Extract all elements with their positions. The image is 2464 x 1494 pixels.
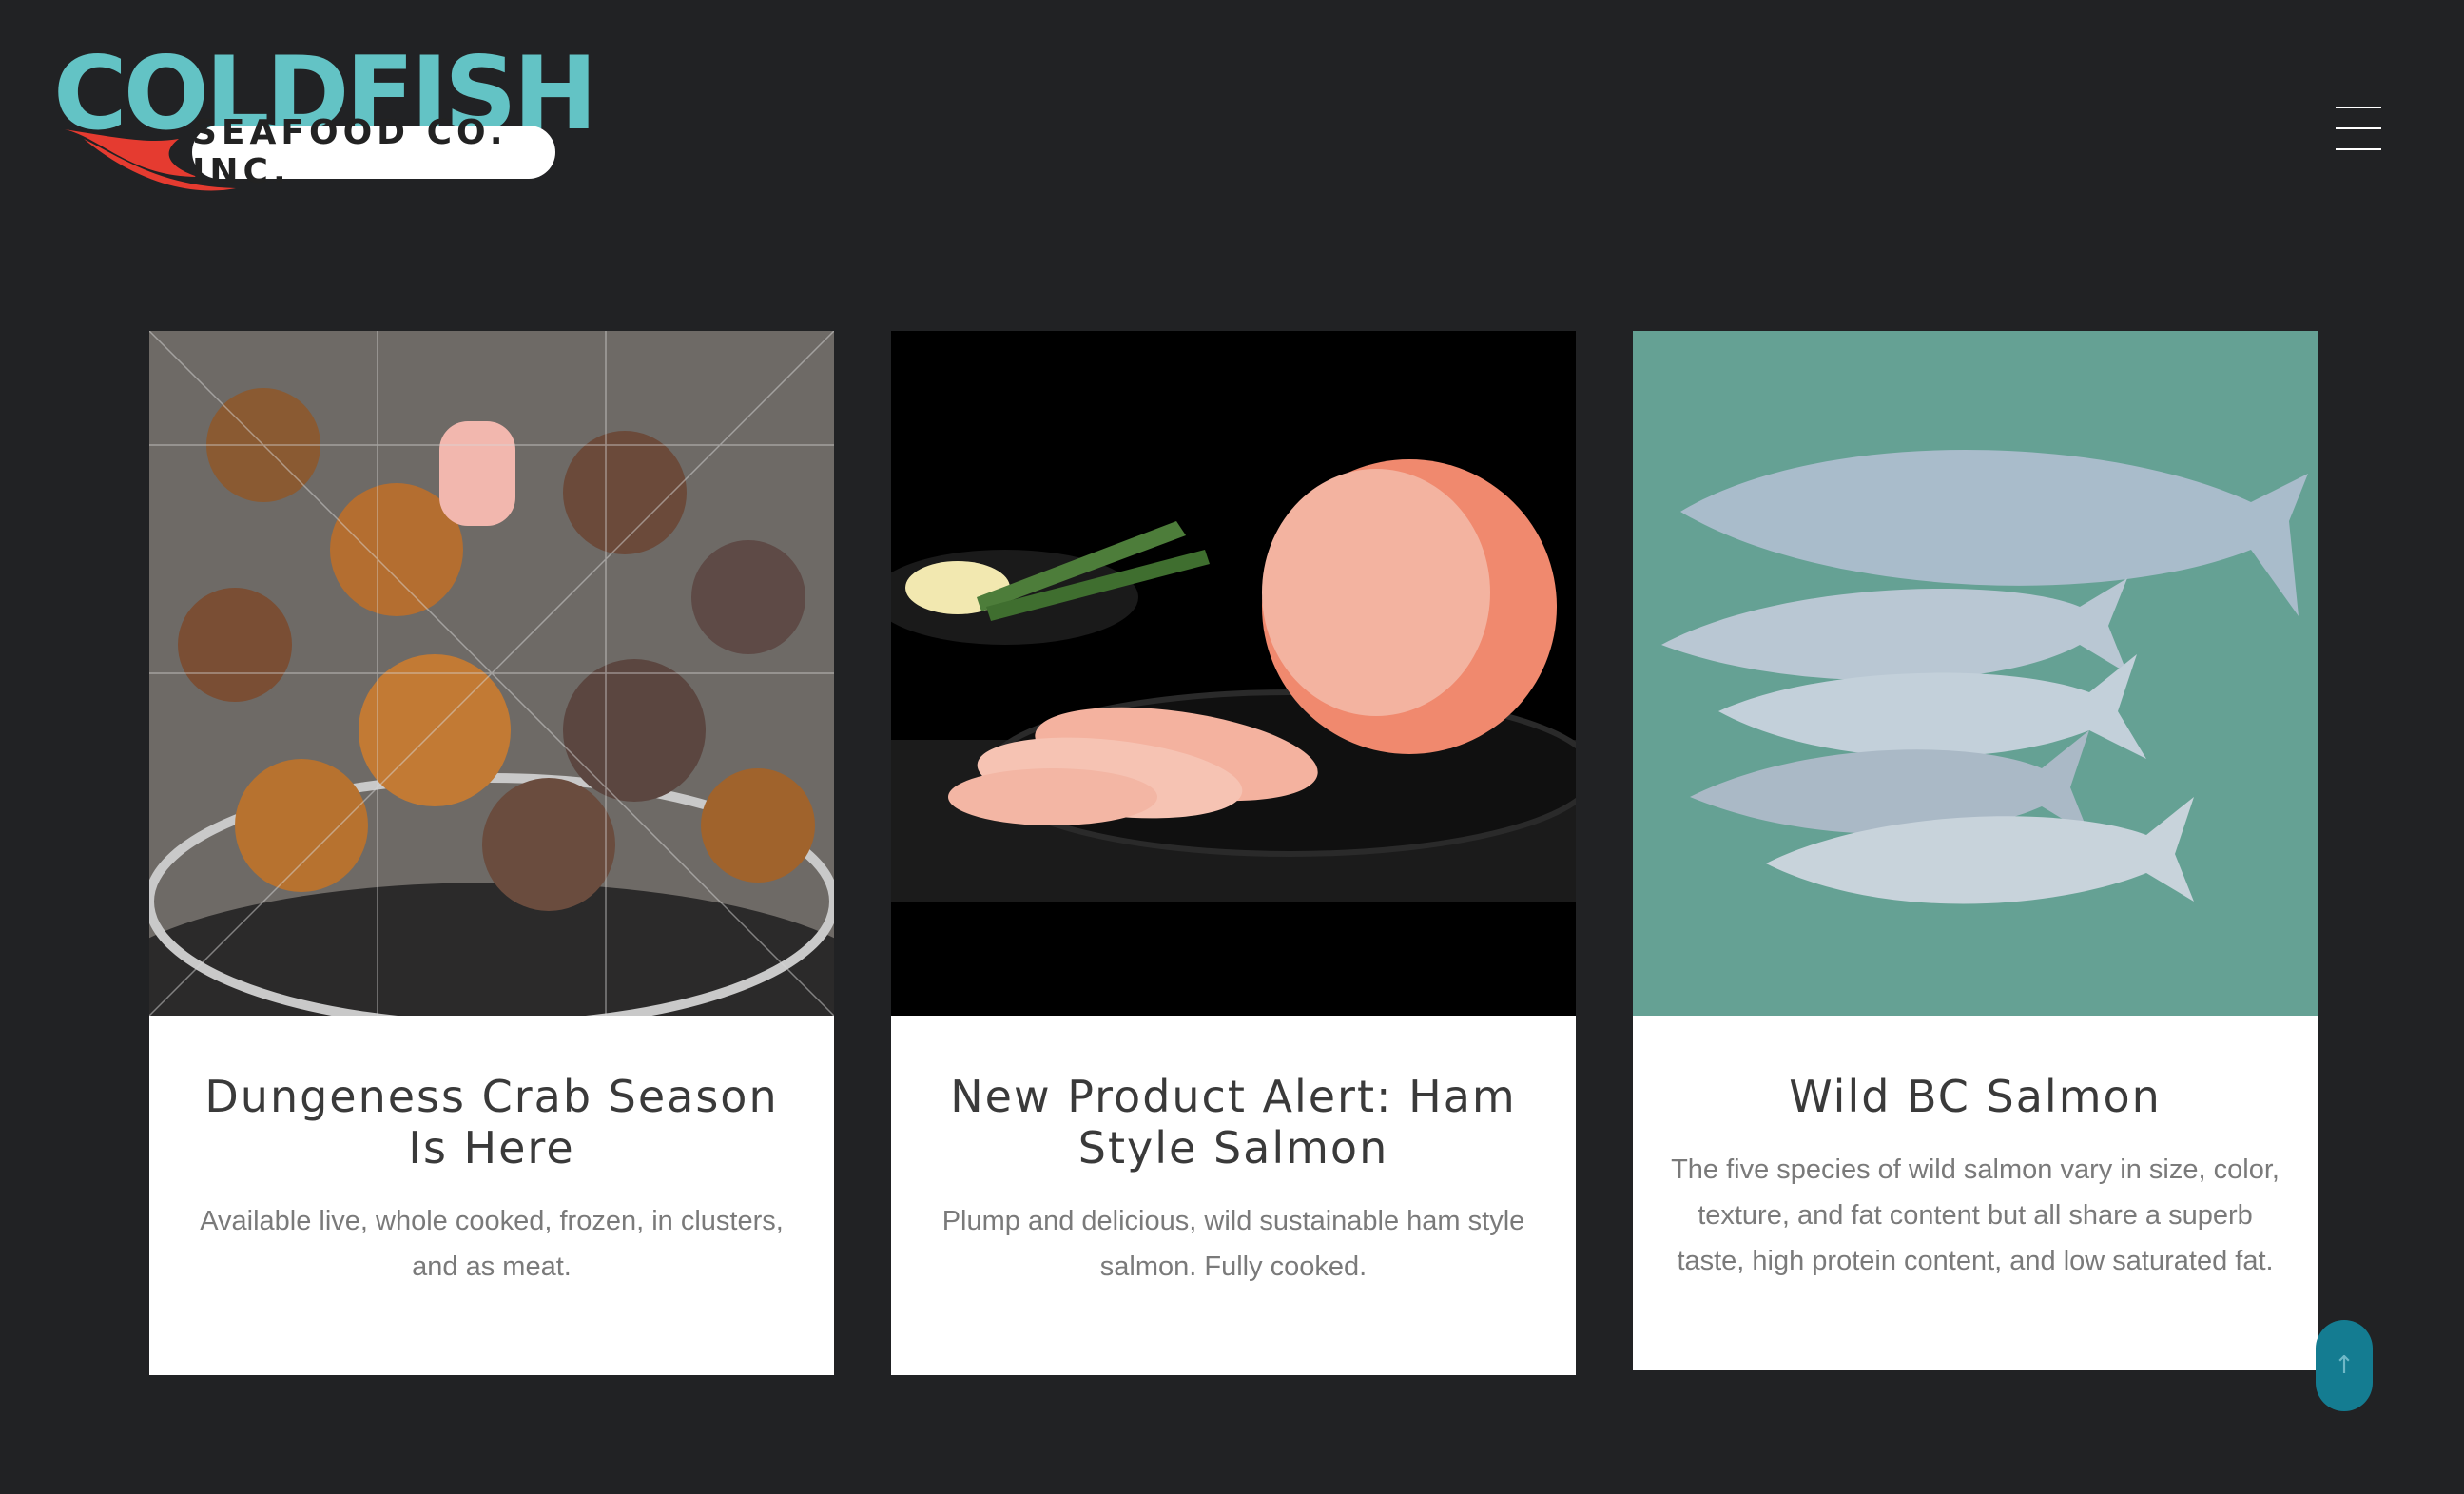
site-logo[interactable]: COLDFISH SEAFOOD CO. INC. xyxy=(53,44,597,196)
product-card-ham-salmon[interactable]: New Product Alert: Ham Style Salmon Plum… xyxy=(891,331,1576,1375)
logo-tagline: SEAFOOD CO. INC. xyxy=(192,113,508,191)
card-body: Dungeness Crab Season Is Here Available … xyxy=(149,1016,834,1290)
wild-salmon-image[interactable] xyxy=(1633,331,2318,1016)
card-description: The five species of wild salmon vary in … xyxy=(1671,1154,2280,1276)
menu-line xyxy=(2336,127,2381,129)
card-title[interactable]: New Product Alert: Ham Style Salmon xyxy=(929,1071,1538,1174)
card-body: New Product Alert: Ham Style Salmon Plum… xyxy=(891,1016,1576,1290)
ham-salmon-image[interactable] xyxy=(891,331,1576,1016)
ham-salmon-photo xyxy=(891,331,1576,1016)
logo-badge: SEAFOOD CO. INC. xyxy=(192,113,555,191)
product-card-crab[interactable]: Dungeness Crab Season Is Here Available … xyxy=(149,331,834,1375)
menu-line xyxy=(2336,107,2381,108)
card-title[interactable]: Dungeness Crab Season Is Here xyxy=(187,1071,796,1174)
arrow-up-icon: ↑ xyxy=(2334,1351,2355,1380)
card-body: Wild BC Salmon The five species of wild … xyxy=(1633,1016,2318,1284)
product-card-wild-salmon[interactable]: Wild BC Salmon The five species of wild … xyxy=(1633,331,2318,1370)
wild-salmon-photo xyxy=(1633,331,2318,1016)
crab-photo xyxy=(149,331,834,1016)
card-title[interactable]: Wild BC Salmon xyxy=(1671,1071,2280,1122)
hamburger-menu-icon[interactable] xyxy=(2336,107,2381,150)
card-description: Plump and delicious, wild sustainable ha… xyxy=(941,1206,1525,1282)
card-description: Available live, whole cooked, frozen, in… xyxy=(200,1206,784,1282)
menu-line xyxy=(2336,148,2381,150)
page: COLDFISH SEAFOOD CO. INC. Dungeness Crab… xyxy=(0,0,2464,1494)
crab-image[interactable] xyxy=(149,331,834,1016)
back-to-top-button[interactable]: ↑ xyxy=(2316,1320,2373,1411)
